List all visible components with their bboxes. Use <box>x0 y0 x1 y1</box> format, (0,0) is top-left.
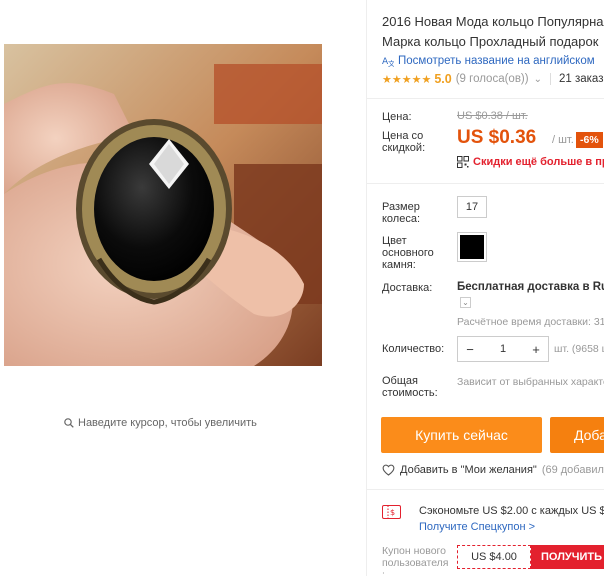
shipping-options-toggle[interactable]: ⌄ <box>460 297 471 308</box>
coupon-icon: $ <box>382 505 401 519</box>
wishlist-count: (69 добавили) <box>541 464 604 476</box>
new-user-coupon-label-line2: пользователя <box>382 557 449 569</box>
new-user-coupon-label-line3: : <box>382 569 385 576</box>
current-price: US $0.36 <box>457 127 537 148</box>
quantity-decrease-button[interactable]: − <box>458 342 482 357</box>
color-label-line1: Цвет <box>382 235 407 247</box>
app-discount-text[interactable]: Скидки ещё больше в приложении <box>473 156 604 168</box>
new-user-coupon-label-line1: Купон нового <box>382 545 446 557</box>
total-label: Общая стоимость: <box>382 375 438 399</box>
discount-price-label-line1: Цена со <box>382 130 424 142</box>
color-option-black[interactable] <box>457 232 487 262</box>
translate-link[interactable]: A 文 Посмотреть название на английском <box>382 55 595 67</box>
product-image[interactable] <box>4 44 322 366</box>
discount-price-label: Цена со скидкой: <box>382 130 425 154</box>
chevron-down-icon[interactable]: ⌄ <box>534 74 542 85</box>
total-label-line2: стоимость: <box>382 387 438 399</box>
magnifier-icon <box>64 418 74 428</box>
quantity-input[interactable]: 1 <box>482 343 524 355</box>
new-user-coupon-amount: US $4.00 <box>457 545 531 569</box>
per-unit: / шт. <box>552 134 574 146</box>
zoom-hint: Наведите курсор, чтобы увеличить <box>64 417 257 429</box>
votes-count[interactable]: (9 голоса(ов)) <box>456 73 529 85</box>
wishlist-link[interactable]: Добавить в "Мои желания" (69 добавили) <box>382 464 604 476</box>
discount-price-label-line2: скидкой: <box>382 142 426 154</box>
color-label-line2: основного <box>382 247 434 259</box>
new-user-coupon-get-button[interactable]: ПОЛУЧИТЬ <box>531 545 604 569</box>
get-coupon-link[interactable]: Получите Спецкупон > <box>419 521 535 533</box>
product-gallery: Наведите курсор, чтобы увеличить <box>0 0 366 576</box>
quantity-label: Количество: <box>382 343 445 355</box>
stone-color-label: Цвет основного камня: <box>382 235 434 271</box>
rating-row: ★★★★★ 5.0 (9 голоса(ов)) ⌄ 21 заказ <box>382 72 603 86</box>
orders-count: 21 заказ <box>558 73 604 85</box>
divider <box>367 489 604 490</box>
stock-note: шт. (9658 шт. доступно) <box>554 343 604 355</box>
quantity-increase-button[interactable]: + <box>524 342 548 357</box>
quantity-stepper: − 1 + <box>457 336 549 362</box>
qr-code-icon <box>457 156 469 168</box>
coupon-offer-text: Сэкономьте US $2.00 с каждых US $15.00 <box>419 505 604 517</box>
rating-value: 5.0 <box>434 72 452 86</box>
rating-stars: ★★★★★ <box>382 73 432 86</box>
svg-text:文: 文 <box>388 59 394 67</box>
delivery-time: Расчётное время доставки: 31-36 дней <box>457 316 604 328</box>
zoom-hint-text: Наведите курсор, чтобы увеличить <box>78 417 257 429</box>
wishlist-text[interactable]: Добавить в "Мои желания" <box>400 464 537 476</box>
size-label-line2: колеса: <box>382 213 421 225</box>
product-detail-panel: 2016 Новая Мода кольцо Популярная Марка … <box>367 0 604 576</box>
divider <box>367 98 604 99</box>
color-swatch <box>460 235 484 259</box>
translate-icon: A 文 <box>382 57 394 67</box>
app-discount-link[interactable]: Скидки ещё больше в приложении <box>457 156 604 168</box>
size-option-17[interactable]: 17 <box>457 196 487 218</box>
old-price: US $0.38 / шт. <box>457 110 528 122</box>
size-label-line1: Размер <box>382 201 420 213</box>
product-title-line1: 2016 Новая Мода кольцо Популярная <box>382 14 604 29</box>
ring-photo-illustration <box>4 44 322 366</box>
divider <box>367 183 604 184</box>
add-to-cart-button[interactable]: Добавить в корзину <box>550 417 604 479</box>
divider <box>549 73 551 85</box>
product-title: 2016 Новая Мода кольцо Популярная Марка … <box>382 12 604 52</box>
total-label-line1: Общая <box>382 375 418 387</box>
heart-icon <box>382 464 395 476</box>
price-label: Цена: <box>382 111 412 123</box>
translate-link-text[interactable]: Посмотреть название на английском <box>398 55 595 67</box>
new-user-coupon-label: Купон нового пользователя : <box>382 545 449 576</box>
shipping-destination: Бесплатная доставка в Russian Federation <box>457 281 604 293</box>
shipping-label: Доставка: <box>382 282 433 294</box>
discount-badge: -6% <box>576 132 603 148</box>
product-title-line2: Марка кольцо Прохладный подарок <box>382 34 599 49</box>
size-label: Размер колеса: <box>382 201 420 225</box>
svg-text:$: $ <box>390 508 395 517</box>
color-label-line3: камня: <box>382 259 416 271</box>
total-value: Зависит от выбранных характеристик <box>457 376 604 388</box>
buy-now-button[interactable]: Купить сейчас <box>381 417 542 453</box>
